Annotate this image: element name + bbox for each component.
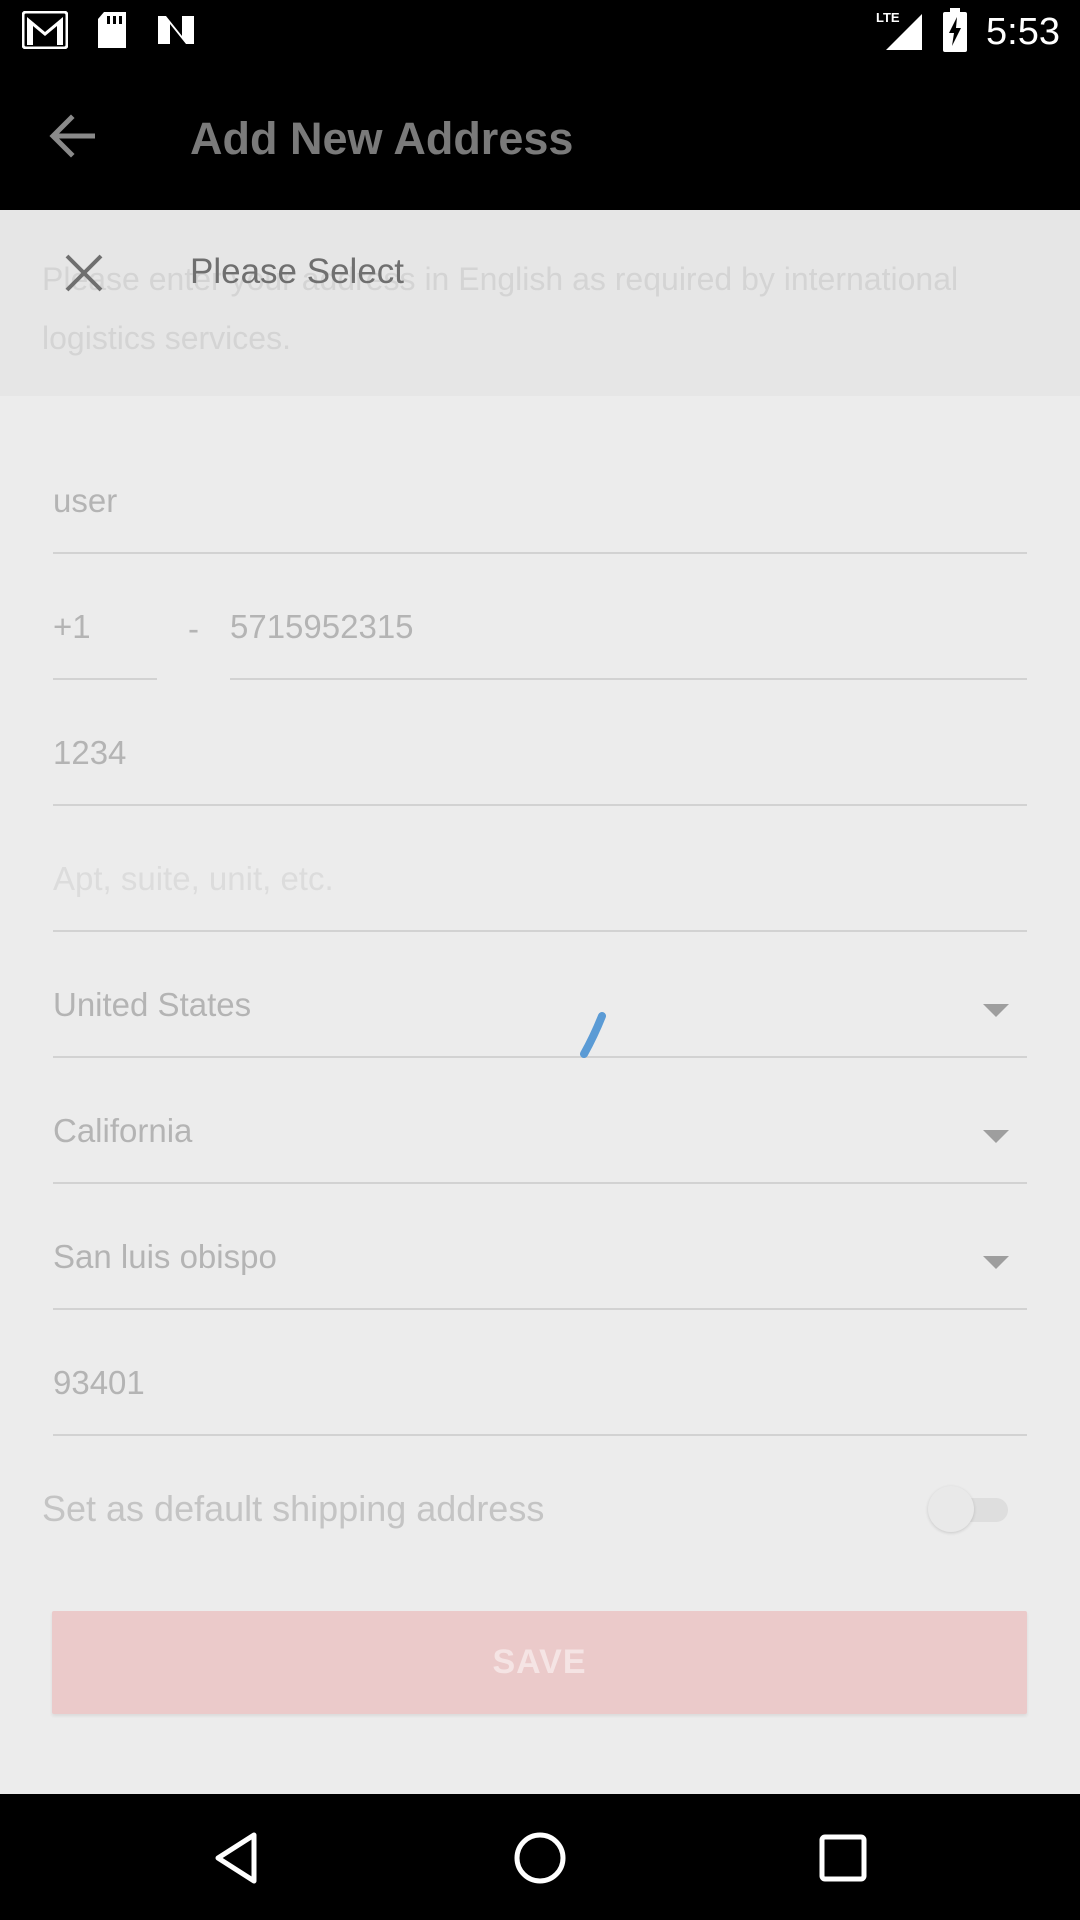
default-address-label: Set as default shipping address [42, 1488, 545, 1529]
divider [53, 804, 1027, 806]
back-button[interactable] [38, 101, 108, 171]
zip-value: 93401 [53, 1364, 145, 1401]
gmail-icon [21, 10, 69, 54]
name-value: user [53, 482, 118, 519]
default-address-toggle[interactable] [928, 1486, 1012, 1532]
state-value: California [53, 1112, 193, 1149]
save-label: SAVE [492, 1643, 587, 1681]
country-value: United States [53, 986, 252, 1023]
status-bar: LTE 5:53 [0, 0, 1080, 63]
app-bar: Add New Address [0, 63, 1080, 210]
phone-code-value: +1 [53, 608, 91, 645]
state-select[interactable]: California [53, 1112, 1027, 1184]
n-app-icon [156, 14, 196, 51]
home-circle-icon [514, 1832, 566, 1884]
city-value: San luis obispo [53, 1238, 277, 1275]
country-select[interactable]: United States [53, 986, 1027, 1058]
nav-recents-button[interactable] [807, 1822, 879, 1894]
city-select[interactable]: San luis obispo [53, 1238, 1027, 1310]
divider [53, 1308, 1027, 1310]
nav-back-button[interactable] [200, 1822, 272, 1894]
zip-field[interactable]: 93401 [53, 1364, 1027, 1436]
select-sheet-header: Please Select [0, 240, 1080, 310]
divider [53, 1434, 1027, 1436]
address-line1-value: 1234 [53, 734, 127, 771]
divider [53, 1056, 1027, 1058]
phone-separator: - [188, 610, 199, 647]
page-title: Add New Address [190, 113, 574, 164]
sheet-title: Please Select [190, 252, 405, 291]
address-line2-field[interactable]: Apt, suite, unit, etc. [53, 860, 1027, 932]
chevron-down-icon [983, 1256, 1009, 1269]
divider [53, 678, 157, 680]
chevron-down-icon [983, 1130, 1009, 1143]
sd-card-icon [96, 11, 128, 54]
phone-number-value: 5715952315 [230, 608, 414, 645]
system-nav-bar [0, 1794, 1080, 1920]
nav-home-button[interactable] [504, 1822, 576, 1894]
divider [230, 678, 1027, 680]
status-time: 5:53 [986, 10, 1060, 53]
toggle-thumb [928, 1486, 974, 1532]
signal-icon: LTE [874, 8, 924, 57]
arrow-left-icon [49, 114, 95, 158]
network-label: LTE [876, 10, 900, 25]
phone-code-field[interactable]: +1 [53, 608, 157, 680]
address-line1-field[interactable]: 1234 [53, 734, 1027, 806]
loading-spinner-icon [580, 1012, 606, 1058]
chevron-down-icon [983, 1004, 1009, 1017]
divider [53, 1182, 1027, 1184]
divider [53, 552, 1027, 554]
address-line2-placeholder: Apt, suite, unit, etc. [53, 860, 334, 897]
save-button[interactable]: SAVE [52, 1611, 1027, 1714]
back-triangle-icon [215, 1832, 257, 1884]
divider [53, 930, 1027, 932]
close-button[interactable] [56, 240, 112, 306]
close-icon [65, 254, 103, 292]
recents-square-icon [819, 1834, 867, 1882]
battery-charging-icon [942, 7, 968, 57]
phone-number-field[interactable]: 5715952315 [230, 608, 1027, 680]
name-field[interactable]: user [53, 482, 1027, 554]
